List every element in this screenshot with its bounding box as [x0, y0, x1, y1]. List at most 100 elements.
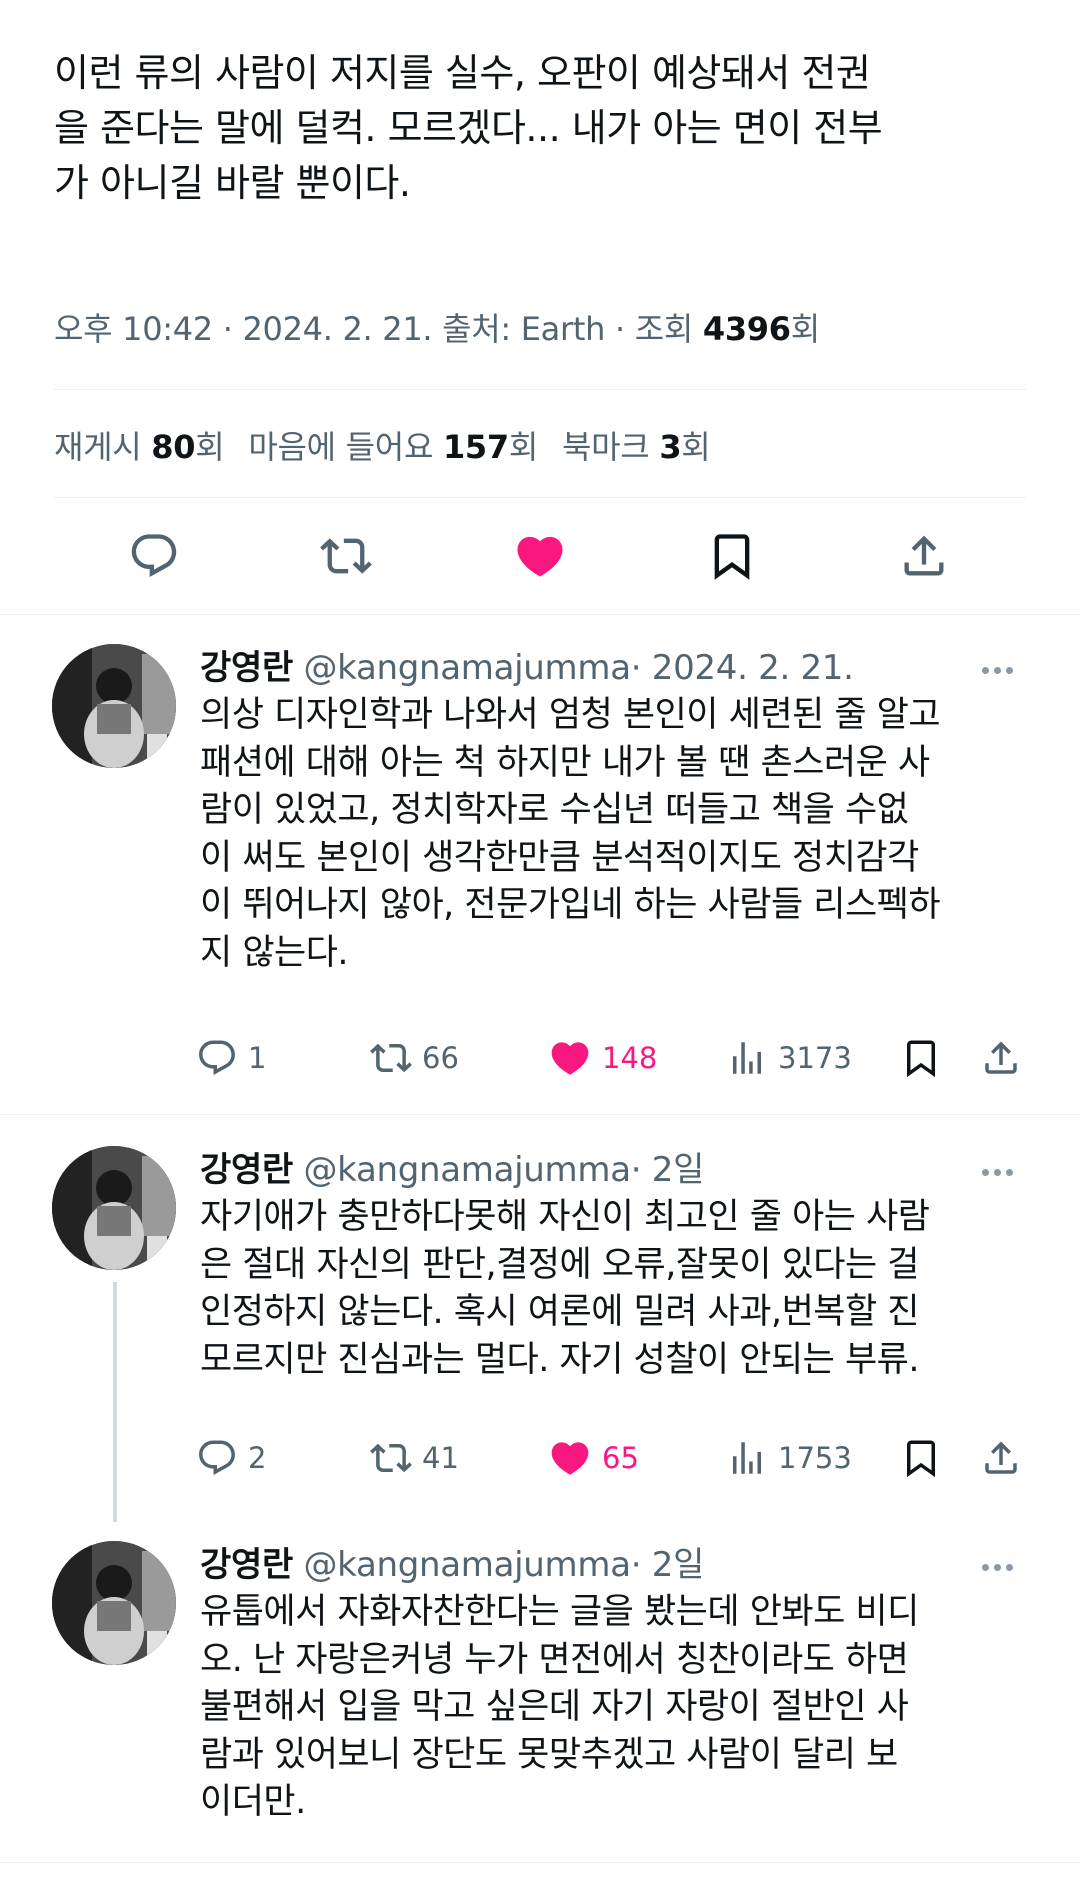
tweet-timestamp-source: 오후 10:42 · 2024. 2. 21. 출처: Earth · 조회 [54, 310, 703, 348]
tweet-text: 이런 류의 사람이 저지를 실수, 오판이 예상돼서 전권 을 준다는 말에 덜… [54, 46, 1034, 211]
reply-text-line: 인정하지 않는다. 혹시 여론에 밀려 사과,번복할 진 [200, 1292, 920, 1332]
reply-action-bar: 2 41 65 1753 [190, 1430, 1040, 1486]
author-name[interactable]: 강영란 [200, 1545, 293, 1585]
reply-icon [131, 534, 177, 578]
bookmark-count: 3 [659, 428, 682, 466]
bookmark-icon [907, 1040, 935, 1078]
like-count: 65 [602, 1441, 639, 1475]
avatar-image [52, 1146, 176, 1270]
reply-text-line: 의상 디자인학과 나와서 엄청 본인이 세련된 줄 알고 [200, 695, 941, 735]
bookmark-button[interactable] [900, 1430, 942, 1486]
view-count: 1753 [778, 1441, 852, 1475]
repost-button[interactable] [318, 528, 374, 584]
like-stat-label: 마음에 들어요 [248, 428, 443, 466]
views-button[interactable]: 3173 [726, 1030, 852, 1086]
author-handle[interactable]: @kangnamajumma [303, 1150, 631, 1190]
author-handle[interactable]: @kangnamajumma [303, 648, 631, 688]
heart-icon [517, 536, 563, 577]
bookmark-button[interactable] [704, 528, 760, 584]
reply-icon [199, 1040, 235, 1075]
reply-text-line: 이 써도 본인이 생각한만큼 분석적이지도 정치감각 [200, 837, 919, 878]
divider [54, 389, 1026, 390]
repost-count: 66 [422, 1041, 459, 1075]
like-button[interactable]: 65 [548, 1430, 639, 1486]
avatar-image [52, 1541, 176, 1665]
reply-header: 강영란 @kangnamajumma· 2024. 2. 21. [200, 640, 854, 689]
engagement-stats: 재게시 80회 마음에 들어요 157회 북마크 3회 [54, 422, 711, 468]
avatar[interactable] [52, 644, 176, 768]
more-button[interactable] [982, 660, 1026, 680]
more-button[interactable] [982, 1557, 1026, 1577]
tweet-meta: 오후 10:42 · 2024. 2. 21. 출처: Earth · 조회 4… [54, 304, 820, 350]
reply-action-bar: 1 66 148 3173 [190, 1030, 1040, 1086]
repost-button[interactable]: 66 [370, 1030, 459, 1086]
more-button[interactable] [982, 1162, 1026, 1182]
share-icon [904, 535, 944, 576]
more-icon [982, 1563, 989, 1571]
more-icon [982, 666, 989, 674]
reply-time[interactable]: · 2일 [631, 1545, 705, 1585]
like-count: 148 [602, 1041, 658, 1075]
repost-stat-label: 재게시 [54, 428, 152, 466]
tweet-text-line: 이런 류의 사람이 저지를 실수, 오판이 예상돼서 전권 [54, 51, 871, 95]
heart-icon [551, 1042, 589, 1075]
share-icon [985, 1041, 1017, 1074]
analytics-icon [733, 1042, 761, 1074]
share-button[interactable] [980, 1430, 1022, 1486]
thread-connector [113, 1282, 117, 1522]
author-name[interactable]: 강영란 [200, 648, 293, 688]
heart-icon [551, 1442, 589, 1475]
like-button[interactable]: 148 [548, 1030, 657, 1086]
reply-button[interactable]: 2 [196, 1430, 266, 1486]
avatar[interactable] [52, 1541, 176, 1665]
reply-time[interactable]: · 2일 [631, 1150, 705, 1190]
repost-count: 41 [422, 1441, 459, 1475]
reply-text-line: 지 않는다. [200, 932, 349, 973]
reply-button[interactable] [126, 528, 182, 584]
like-suffix: 회 [508, 428, 539, 466]
bookmark-icon [714, 534, 750, 580]
like-button[interactable] [512, 528, 568, 584]
reply-text-line: 람이 있었고, 정치학자로 수십년 떠들고 책을 수없 [200, 790, 909, 830]
repost-stat[interactable]: 재게시 80회 [54, 422, 225, 468]
reply-text-line: 유툽에서 자화자찬한다는 글을 봤는데 안봐도 비디 [200, 1592, 919, 1632]
author-name[interactable]: 강영란 [200, 1150, 293, 1190]
reply-tweet[interactable]: 강영란 @kangnamajumma· 2일 자기애가 충만하다못해 자신이 최… [0, 1114, 1080, 1522]
repost-icon [320, 538, 372, 574]
like-count: 157 [442, 428, 509, 466]
repost-suffix: 회 [195, 428, 225, 466]
view-count: 4396 [702, 310, 791, 348]
reply-count: 1 [248, 1041, 267, 1075]
divider [54, 497, 1026, 498]
bookmark-stat[interactable]: 북마크 3회 [562, 422, 711, 468]
bookmark-button[interactable] [900, 1030, 942, 1086]
reply-text-line: 자기애가 충만하다못해 자신이 최고인 줄 아는 사람 [200, 1197, 930, 1237]
reply-text: 의상 디자인학과 나와서 엄청 본인이 세련된 줄 알고 패션에 대해 아는 척… [200, 692, 1030, 977]
divider [0, 1862, 1080, 1863]
repost-button[interactable]: 41 [370, 1430, 459, 1486]
author-handle[interactable]: @kangnamajumma [303, 1545, 631, 1585]
reply-text: 유툽에서 자화자찬한다는 글을 봤는데 안봐도 비디 오. 난 자랑은커녕 누가… [200, 1589, 1030, 1827]
reply-header: 강영란 @kangnamajumma· 2일 [200, 1142, 704, 1191]
reply-text-line: 오. 난 자랑은커녕 누가 면전에서 칭찬이라도 하면 [200, 1639, 909, 1680]
more-icon [982, 1168, 989, 1176]
reply-header: 강영란 @kangnamajumma· 2일 [200, 1537, 704, 1586]
tweet-text-line: 을 준다는 말에 덜컥. 모르겠다... 내가 아는 면이 전부 [54, 106, 883, 150]
reply-count: 2 [248, 1441, 267, 1475]
view-count: 3173 [778, 1041, 852, 1075]
repost-count: 80 [151, 428, 196, 466]
reply-button[interactable]: 1 [196, 1030, 266, 1086]
reply-tweet[interactable]: 강영란 @kangnamajumma· 2일 유툽에서 자화자찬한다는 글을 봤… [0, 1509, 1080, 1881]
reply-tweet[interactable]: 강영란 @kangnamajumma· 2024. 2. 21. 의상 디자인학… [0, 614, 1080, 1114]
reply-time[interactable]: · 2024. 2. 21. [631, 648, 854, 688]
views-button[interactable]: 1753 [726, 1430, 852, 1486]
share-button[interactable] [980, 1030, 1022, 1086]
share-button[interactable] [896, 528, 952, 584]
avatar[interactable] [52, 1146, 176, 1270]
avatar-image [52, 644, 176, 768]
view-count-suffix: 회 [790, 310, 820, 348]
like-stat[interactable]: 마음에 들어요 157회 [248, 422, 538, 468]
tweet-text-line: 가 아니길 바랄 뿐이다. [54, 161, 411, 205]
analytics-icon [733, 1442, 761, 1474]
reply-text-line: 모르지만 진심과는 멀다. 자기 성찰이 안되는 부류. [200, 1339, 920, 1380]
